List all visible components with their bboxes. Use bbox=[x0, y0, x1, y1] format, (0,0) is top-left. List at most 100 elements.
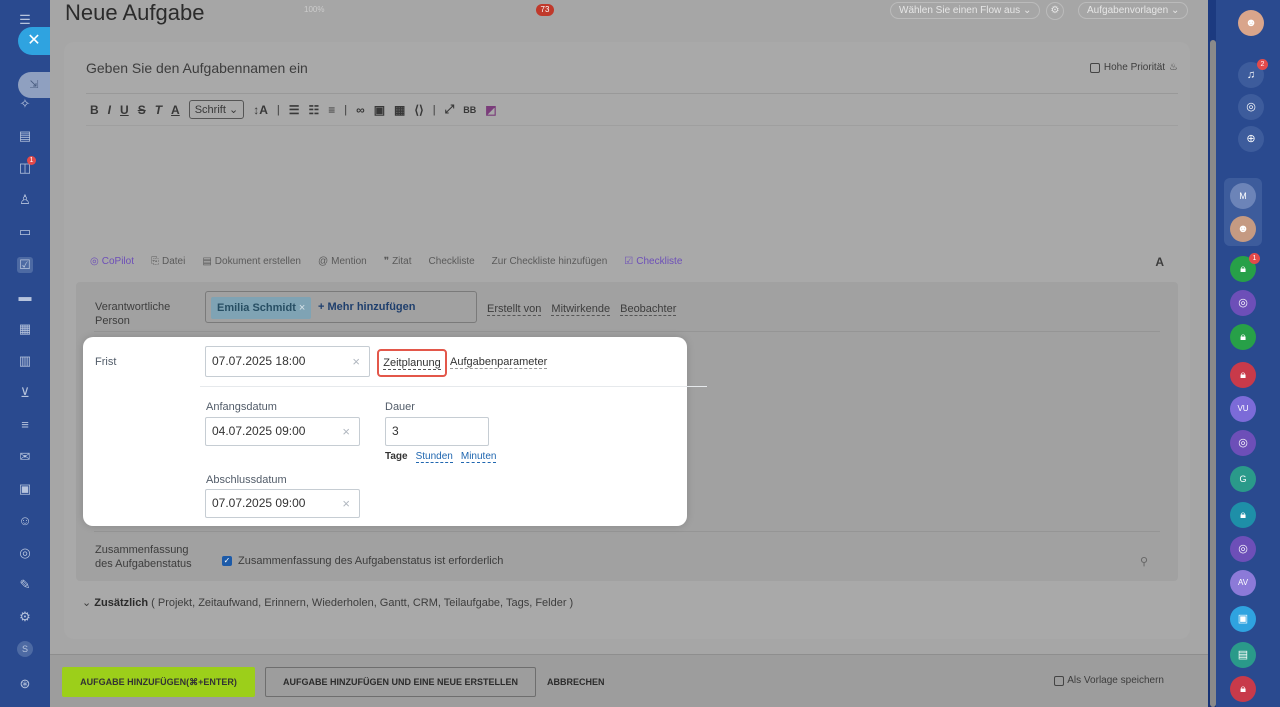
file-button[interactable]: ⎘ Datei bbox=[151, 256, 185, 267]
avatar-g[interactable]: G bbox=[1230, 466, 1256, 492]
add-and-new-button[interactable]: AUFGABE HINZUFÜGEN UND EINE NEUE ERSTELL… bbox=[265, 667, 536, 697]
chat-icon[interactable]: ▣ bbox=[1230, 606, 1256, 632]
summary-required-checkbox[interactable]: ✓ Zusammenfassung des Aufgabenstatus ist… bbox=[222, 555, 503, 567]
lock-icon[interactable]: 🔒︎ bbox=[1230, 502, 1256, 528]
filter-icon[interactable]: ≡ bbox=[17, 417, 33, 433]
avatar-av[interactable]: AV bbox=[1230, 570, 1256, 596]
cart-icon[interactable]: ⊻ bbox=[17, 385, 33, 401]
bullet-list-icon[interactable]: ☷ bbox=[308, 103, 319, 117]
copilot-icon[interactable]: ◎ bbox=[1238, 94, 1264, 120]
settings-icon[interactable]: ⚙ bbox=[17, 609, 33, 625]
checklist-button[interactable]: Checkliste bbox=[429, 256, 475, 267]
task-name-input[interactable]: Geben Sie den Aufgabennamen ein bbox=[86, 60, 308, 76]
high-priority-checkbox[interactable]: Hohe Priorität ♨ bbox=[1089, 62, 1178, 73]
pin-icon[interactable]: ⚲ bbox=[1140, 555, 1148, 568]
tasks-icon[interactable]: ☑ bbox=[17, 257, 33, 273]
clear-format-icon[interactable]: T bbox=[155, 103, 162, 117]
sign-icon[interactable]: ✎ bbox=[17, 577, 33, 593]
bbcode-icon[interactable]: BB bbox=[463, 105, 476, 115]
create-document-button[interactable]: ▤ Dokument erstellen bbox=[202, 256, 301, 267]
copilot-icon[interactable]: ◎ bbox=[17, 545, 33, 561]
checkbox[interactable] bbox=[1089, 62, 1100, 73]
remove-icon[interactable]: × bbox=[299, 302, 305, 314]
start-date-input[interactable]: 04.07.2025 09:00 × bbox=[205, 417, 360, 446]
cancel-button[interactable]: ABBRECHEN bbox=[547, 667, 605, 697]
unit-days[interactable]: Tage bbox=[385, 451, 408, 463]
link-icon[interactable]: ∞ bbox=[356, 103, 365, 117]
responsible-selector[interactable]: Emilia Schmidt × + Mehr hinzufügen bbox=[205, 291, 477, 323]
checkbox[interactable] bbox=[1054, 675, 1065, 686]
add-more-button[interactable]: + Mehr hinzufügen bbox=[318, 301, 415, 313]
lock-icon[interactable]: 🔒︎ bbox=[1230, 676, 1256, 702]
created-by-link[interactable]: Erstellt von bbox=[487, 303, 542, 316]
avatar-vu[interactable]: VU bbox=[1230, 396, 1256, 422]
mention-button[interactable]: @ Mention bbox=[318, 256, 367, 267]
assignee-tag[interactable]: Emilia Schmidt × bbox=[211, 297, 312, 319]
duration-input[interactable]: 3 bbox=[385, 417, 489, 446]
font-size-icon[interactable]: ↕A bbox=[253, 103, 268, 117]
checkmark-icon[interactable]: ✓ bbox=[222, 556, 232, 566]
bell-icon[interactable]: ♫ 2 bbox=[1238, 59, 1268, 88]
quote-button[interactable]: ❞ Zitat bbox=[384, 256, 412, 267]
robot-icon[interactable]: ☺ bbox=[17, 513, 33, 529]
unit-minutes-link[interactable]: Minuten bbox=[460, 451, 497, 463]
code-icon[interactable]: ⟨⟩ bbox=[414, 103, 423, 117]
drive-icon[interactable]: ▭ bbox=[17, 224, 33, 240]
gear-icon[interactable]: ⚙ bbox=[1046, 2, 1064, 20]
align-icon[interactable]: ≡ bbox=[328, 103, 335, 117]
underline-icon[interactable]: U bbox=[120, 103, 129, 117]
card-icon[interactable]: ▬ bbox=[17, 289, 33, 305]
clear-icon[interactable]: × bbox=[352, 347, 360, 376]
copilot-chat-icon[interactable]: ◎ bbox=[1230, 290, 1256, 316]
additional-section[interactable]: ⌄ Zusätzlich ( Projekt, Zeitaufwand, Eri… bbox=[82, 596, 573, 609]
add-task-button[interactable]: AUFGABE HINZUFÜGEN(⌘+ENTER) bbox=[62, 667, 255, 697]
user-initial[interactable]: S bbox=[17, 641, 33, 657]
clear-icon[interactable]: × bbox=[342, 418, 350, 445]
mail-icon[interactable]: ✉ bbox=[17, 449, 33, 465]
bold-icon[interactable]: B bbox=[90, 103, 99, 117]
unit-hours-link[interactable]: Stunden bbox=[415, 451, 453, 463]
analytics-icon[interactable]: ▥ bbox=[17, 353, 33, 369]
time-planning-link[interactable]: Zeitplanung bbox=[377, 349, 447, 377]
deadline-input[interactable]: 07.07.2025 18:00 × bbox=[205, 346, 370, 377]
end-date-input[interactable]: 07.07.2025 09:00 × bbox=[205, 489, 360, 518]
templates-button[interactable]: Aufgabenvorlagen ⌄ bbox=[1078, 2, 1189, 19]
avatar-m[interactable]: M bbox=[1230, 183, 1256, 209]
copilot-button[interactable]: ◎ CoPilot bbox=[90, 256, 134, 267]
table-icon[interactable]: ▦ bbox=[394, 103, 405, 117]
search-chat-icon[interactable]: ⊕ bbox=[1238, 126, 1264, 152]
close-slider-button[interactable]: ✕ bbox=[18, 27, 50, 55]
contacts-icon[interactable]: ♙ bbox=[17, 192, 33, 208]
copilot-image-icon[interactable]: ◩ bbox=[485, 103, 496, 117]
observers-link[interactable]: Beobachter bbox=[620, 303, 677, 316]
checklist-copilot-button[interactable]: ☑ Checkliste bbox=[624, 256, 682, 267]
menu-icon[interactable]: ☰ bbox=[17, 12, 33, 28]
lock-icon[interactable]: 🔒︎ 1 bbox=[1230, 253, 1260, 282]
strikethrough-icon[interactable]: S bbox=[138, 103, 146, 117]
minimize-icon[interactable]: ⇲ bbox=[18, 72, 50, 98]
calendar-icon[interactable]: ▣ bbox=[17, 481, 33, 497]
user-avatar-2[interactable]: ☻ bbox=[1230, 216, 1256, 242]
copilot-chat-icon[interactable]: ◎ bbox=[1230, 430, 1256, 456]
add-to-checklist-button[interactable]: Zur Checkliste hinzufügen bbox=[492, 256, 608, 267]
numbered-list-icon[interactable]: ☰ bbox=[289, 103, 300, 117]
support-icon[interactable]: ⊛ bbox=[17, 676, 33, 692]
presentation-icon[interactable]: ▦ bbox=[17, 321, 33, 337]
italic-icon[interactable]: I bbox=[108, 103, 111, 117]
lock-icon[interactable]: 🔒︎ bbox=[1230, 324, 1256, 350]
user-avatar[interactable]: ☻ bbox=[1238, 10, 1264, 36]
chat-icon[interactable]: ◫ 1 bbox=[17, 156, 36, 176]
document-icon[interactable]: ▤ bbox=[17, 128, 33, 144]
save-template-checkbox[interactable]: Als Vorlage speichern bbox=[1054, 675, 1164, 686]
media-icon[interactable]: ▤ bbox=[1230, 642, 1256, 668]
copilot-chat-icon[interactable]: ◎ bbox=[1230, 536, 1256, 562]
font-select[interactable]: Schrift ⌄ bbox=[188, 100, 245, 119]
text-color-icon[interactable]: A bbox=[171, 103, 180, 117]
clear-icon[interactable]: × bbox=[342, 490, 350, 517]
scrollbar[interactable] bbox=[1210, 40, 1216, 707]
task-parameters-link[interactable]: Aufgabenparameter bbox=[450, 356, 548, 369]
puzzle-icon[interactable]: ✧ bbox=[17, 96, 33, 112]
participants-link[interactable]: Mitwirkende bbox=[551, 303, 611, 316]
text-format-button[interactable]: A bbox=[1155, 255, 1164, 269]
flow-select[interactable]: Wählen Sie einen Flow aus ⌄ bbox=[890, 2, 1041, 19]
